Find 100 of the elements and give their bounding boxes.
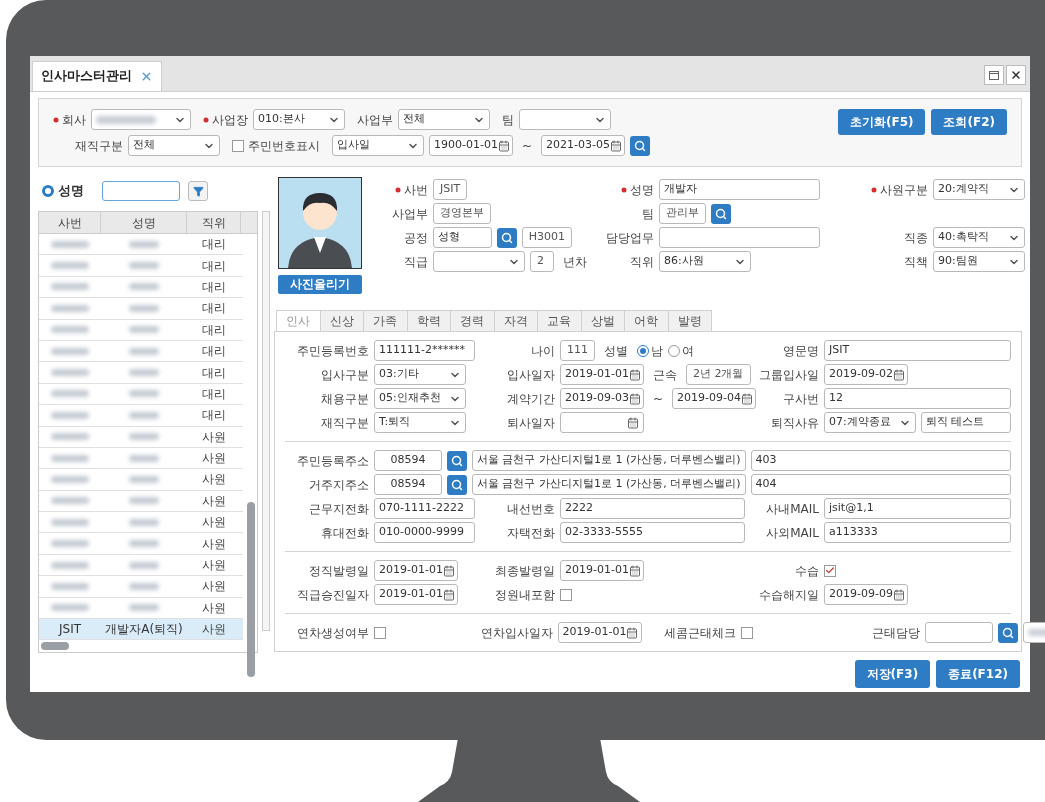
search-button[interactable]: [496, 227, 517, 248]
checkbox[interactable]: [374, 626, 386, 639]
input-field[interactable]: 개발자: [659, 179, 820, 200]
tab[interactable]: 발령: [667, 310, 712, 332]
date-field[interactable]: 2019-01-01: [560, 364, 644, 385]
date-field[interactable]: 2019-01-01: [560, 560, 644, 581]
blurred-value: [129, 497, 159, 505]
dropdown[interactable]: [433, 251, 525, 272]
dropdown[interactable]: 40:촉탁직: [933, 227, 1025, 248]
tab[interactable]: 경력: [450, 310, 495, 332]
search-button[interactable]: [447, 450, 467, 471]
dropdown[interactable]: 입사일: [332, 135, 424, 156]
input-field[interactable]: 퇴직 테스트: [921, 412, 1011, 433]
close-button[interactable]: [1006, 65, 1026, 85]
input-field[interactable]: 403: [750, 450, 1011, 471]
date-field[interactable]: 2019-09-02: [824, 364, 908, 385]
checkbox[interactable]: [741, 626, 753, 639]
dropdown[interactable]: 86:사원: [659, 251, 751, 272]
splitter[interactable]: [262, 211, 270, 631]
readonly-field: H3001: [521, 227, 572, 248]
checkbox[interactable]: [560, 588, 572, 601]
date-field[interactable]: 1900-01-01: [429, 135, 513, 156]
input-field[interactable]: 서울 금천구 가산디지털1로 1 (가산동, 더루벤스밸리): [472, 474, 746, 495]
input-field[interactable]: 12: [824, 388, 1011, 409]
calendar-icon: [892, 588, 905, 601]
radio-label: 성명: [58, 182, 84, 201]
tab[interactable]: 가족: [363, 310, 408, 332]
dropdown[interactable]: T:퇴직: [374, 412, 466, 433]
input-field[interactable]: 404: [750, 474, 1011, 495]
restore-button[interactable]: [984, 65, 1004, 85]
date-field[interactable]: 2019-01-01: [374, 560, 458, 581]
input-field[interactable]: 서울 금천구 가산디지털1로 1 (가산동, 더루벤스밸리): [472, 450, 746, 471]
date-field[interactable]: 2019-09-03: [560, 388, 644, 409]
tab[interactable]: 교육: [537, 310, 582, 332]
tab[interactable]: 학력: [406, 310, 451, 332]
input-field[interactable]: [924, 622, 993, 643]
input-field[interactable]: 02-3333-5555: [560, 522, 745, 543]
date-field[interactable]: 2019-01-01: [557, 622, 642, 643]
input-field[interactable]: 2222: [560, 498, 745, 519]
date-field[interactable]: 2021-03-05: [541, 135, 626, 156]
dropdown[interactable]: 전체: [398, 109, 490, 130]
window-tab[interactable]: 인사마스터관리: [32, 61, 162, 91]
input-field[interactable]: 111111-2******: [374, 340, 475, 361]
dropdown[interactable]: [91, 109, 191, 130]
dropdown[interactable]: 전체: [128, 135, 220, 156]
close-icon: [1010, 69, 1022, 81]
search-button[interactable]: [997, 622, 1018, 643]
date-field[interactable]: 2019-09-09: [824, 584, 908, 605]
field-label: 공정: [404, 229, 428, 247]
input-field[interactable]: JSIT: [824, 340, 1011, 361]
checkbox[interactable]: [824, 564, 836, 577]
field-label: 팀: [642, 205, 654, 223]
close-icon[interactable]: [140, 70, 153, 83]
dropdown[interactable]: 90:팀원: [933, 251, 1025, 272]
filter-button[interactable]: [188, 181, 208, 201]
blurred-value: [129, 347, 159, 355]
scrollbar-thumb[interactable]: [247, 502, 255, 677]
tab[interactable]: 상벌: [580, 310, 625, 332]
field-label: 주민등록번호: [297, 342, 369, 360]
input-field[interactable]: 성형: [433, 227, 492, 248]
action-button[interactable]: 조회(F2): [931, 109, 1007, 135]
input-field[interactable]: 08594: [374, 450, 442, 471]
table-cell-text: 사원: [201, 621, 227, 639]
dropdown[interactable]: 05:인재추천: [374, 388, 466, 409]
dropdown[interactable]: 010:본사: [253, 109, 345, 130]
field-label: 입사구분: [321, 366, 369, 384]
field-label: 근무지전화: [309, 500, 369, 518]
dropdown[interactable]: [519, 109, 611, 130]
dropdown[interactable]: 07:계약종료: [824, 412, 916, 433]
input-field[interactable]: a113333: [824, 522, 1011, 543]
input-field[interactable]: 070-1111-2222: [374, 498, 475, 519]
input-field[interactable]: [659, 227, 820, 248]
date-field[interactable]: 2019-01-01: [374, 584, 458, 605]
tab[interactable]: 자격: [493, 310, 538, 332]
dropdown[interactable]: 20:계약직: [933, 179, 1025, 200]
action-button[interactable]: 초기화(F5): [837, 109, 926, 135]
dropdown[interactable]: 03:기타: [374, 364, 466, 385]
date-field[interactable]: [560, 412, 644, 433]
table-cell-text: 대리: [201, 278, 227, 296]
radio-button[interactable]: [42, 185, 54, 197]
search-button[interactable]: [711, 203, 731, 224]
table-row[interactable]: JSIT 개발자A(퇴직) 사원: [39, 619, 243, 641]
upload-photo-button[interactable]: 사진올리기: [278, 275, 362, 294]
date-field[interactable]: 2019-09-04: [672, 388, 757, 409]
blurred-value: [51, 454, 89, 462]
checkbox[interactable]: [232, 139, 244, 152]
search-field[interactable]: [102, 181, 180, 201]
input-field[interactable]: jsit@1,1: [824, 498, 1011, 519]
tab[interactable]: 어학: [624, 310, 669, 332]
input-field[interactable]: 010-0000-9999: [374, 522, 475, 543]
input-field[interactable]: 08594: [374, 474, 442, 495]
table-cell-text: 사원: [201, 557, 227, 575]
table-cell-text: 사원: [201, 514, 227, 532]
field-label: 성명: [630, 181, 654, 199]
search-button[interactable]: [447, 474, 467, 495]
tab[interactable]: 신상: [319, 310, 364, 332]
scrollbar-thumb[interactable]: [41, 642, 69, 651]
search-button[interactable]: [630, 135, 651, 156]
action-button[interactable]: 저장(F3): [854, 660, 931, 688]
action-button[interactable]: 종료(F12): [936, 660, 1020, 688]
